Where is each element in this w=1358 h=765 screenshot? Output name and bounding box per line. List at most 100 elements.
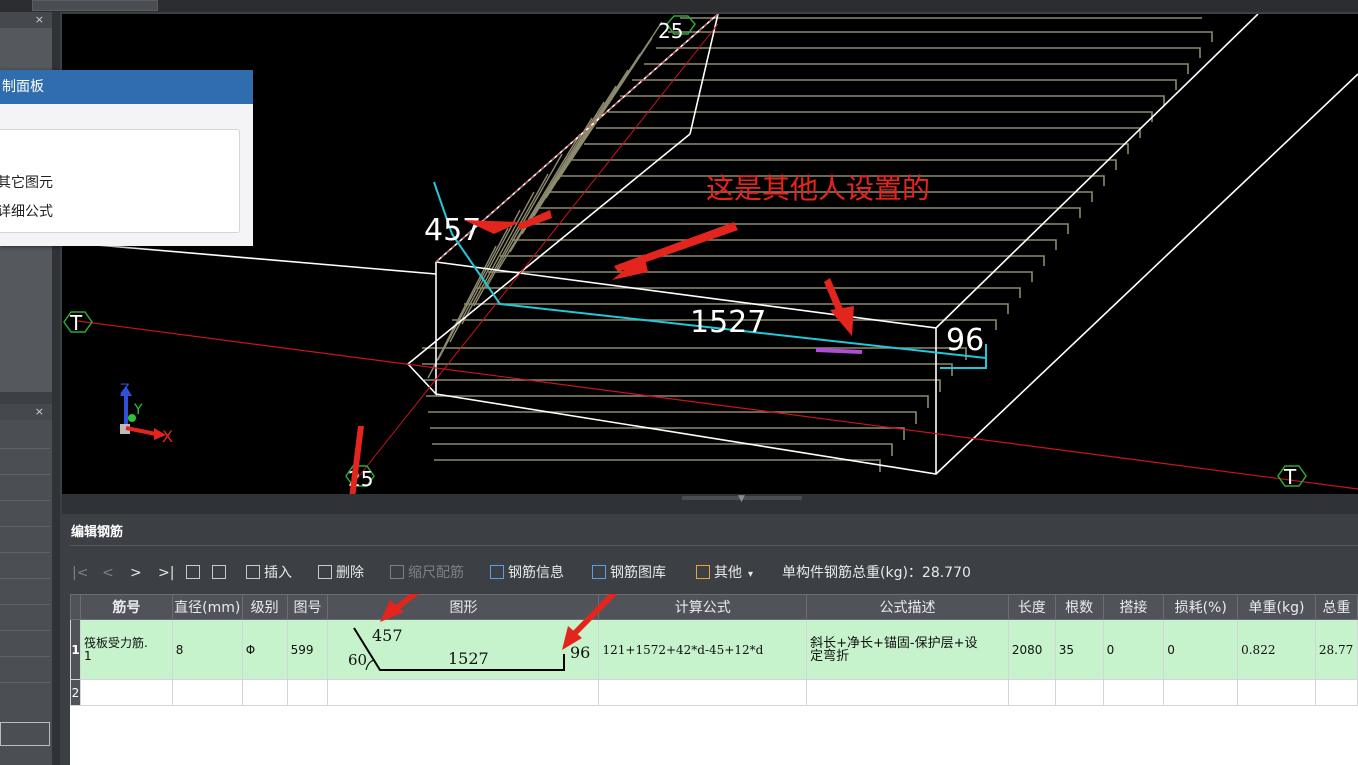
column-header[interactable]: 损耗(%) — [1163, 594, 1239, 620]
viewport-canvas: 25 25 T T 457 1527 96 这是其他人设置的 Z Y X — [62, 14, 1358, 494]
column-header[interactable]: 筋号 — [79, 594, 173, 620]
scale-config-button[interactable]: 缩尺配筋 — [390, 562, 464, 584]
cell-lap[interactable]: 0 — [1102, 619, 1165, 680]
close-icon[interactable]: × — [35, 12, 44, 28]
dimension-96: 96 — [946, 323, 984, 358]
cell-grade[interactable]: Φ — [241, 619, 288, 680]
empty-cell[interactable] — [806, 679, 1009, 706]
left-dock-selected-row[interactable] — [0, 722, 50, 746]
other-dropdown[interactable]: 其他 ▾ — [696, 562, 753, 586]
rebar-library-label: 钢筋图库 — [610, 565, 666, 581]
left-dock-row[interactable] — [0, 604, 50, 627]
nav-first-button[interactable]: |< — [72, 562, 88, 584]
cell-loss[interactable]: 0 — [1163, 619, 1239, 680]
cell-diameter[interactable]: 8 — [171, 619, 243, 680]
empty-cell[interactable] — [1007, 679, 1056, 706]
left-dock-row[interactable] — [0, 656, 50, 679]
left-dock-row[interactable] — [0, 500, 50, 523]
column-header[interactable]: 公式描述 — [806, 594, 1009, 620]
gizmo-y-label: Y — [133, 402, 143, 418]
rebar-shape-diagram: 457 60 1527 96 — [348, 626, 591, 671]
close-icon[interactable]: × — [35, 404, 44, 420]
left-dock-row[interactable] — [0, 630, 50, 653]
dimension-457: 457 — [424, 213, 481, 248]
table-row[interactable]: 1 筏板受力筋. 1 8 Φ 599 457 60 1527 96 121+15… — [70, 619, 1358, 680]
row-number: 2 — [70, 679, 81, 706]
cell-total-weight[interactable]: 28.77 — [1314, 619, 1358, 680]
other-label: 其他 — [714, 565, 742, 581]
control-panel-popup: 制面板 其它图元 详细公式 — [0, 70, 253, 246]
cell-unit-weight[interactable]: 0.822 — [1237, 619, 1316, 680]
cell-formula-description[interactable]: 斜长+净长+锚固-保护层+设 定弯折 — [806, 619, 1009, 680]
cell-count[interactable]: 35 — [1054, 619, 1104, 680]
horizontal-splitter[interactable]: ▼ — [62, 494, 1358, 514]
delete-icon — [318, 565, 332, 579]
left-dock-row[interactable] — [0, 682, 50, 705]
insert-button[interactable]: 插入 — [246, 562, 292, 584]
3d-viewport[interactable]: 25 25 T T 457 1527 96 这是其他人设置的 Z Y X — [62, 14, 1358, 494]
column-header[interactable]: 计算公式 — [598, 594, 808, 620]
control-panel-options: 其它图元 详细公式 — [0, 129, 240, 233]
left-dock-lower-header: × — [0, 404, 52, 420]
rebar-table: 筋号 直径(mm) 级别 图号 图形 计算公式 公式描述 长度 根数 搭接 损耗… — [70, 594, 1358, 765]
column-header[interactable]: 直径(mm) — [171, 594, 243, 620]
left-dock-row[interactable] — [0, 578, 50, 601]
axis-label-t-left: T — [69, 311, 83, 335]
other-icon — [696, 565, 710, 579]
rebar-marker — [815, 348, 863, 354]
empty-cell[interactable] — [1102, 679, 1165, 706]
cell-length[interactable]: 2080 — [1007, 619, 1056, 680]
column-header[interactable]: 搭接 — [1102, 594, 1165, 620]
rebar-editor-panel: 编辑钢筋 |< < > >| 插入 删除 缩尺配筋 钢筋信息 钢筋图库 其他 ▾ … — [62, 514, 1358, 765]
rebar-info-button[interactable]: 钢筋信息 — [490, 562, 564, 584]
option-detailed-formula[interactable]: 详细公式 — [0, 201, 53, 221]
left-dock-row[interactable] — [0, 526, 50, 549]
column-header[interactable]: 根数 — [1054, 594, 1104, 620]
dimension-1527: 1527 — [690, 305, 766, 340]
gizmo-x-label: X — [162, 427, 173, 446]
window-tab[interactable] — [32, 0, 158, 11]
chevron-down-icon: ▾ — [748, 569, 754, 580]
left-dock-row[interactable] — [0, 448, 50, 471]
delete-button[interactable]: 删除 — [318, 562, 364, 584]
cell-figure-number[interactable]: 599 — [286, 619, 329, 680]
option-other-elements[interactable]: 其它图元 — [0, 172, 53, 192]
shape-seg-457: 457 — [372, 626, 403, 645]
total-weight-readout: 单构件钢筋总重(kg)：28.770 — [782, 565, 971, 581]
move-down-icon[interactable] — [212, 562, 230, 584]
empty-cell[interactable] — [1237, 679, 1316, 706]
empty-cell[interactable] — [1054, 679, 1104, 706]
nav-next-button[interactable]: > — [130, 562, 142, 584]
empty-cell[interactable] — [327, 679, 600, 706]
column-header[interactable]: 图形 — [327, 594, 600, 620]
left-dock-lower-panel: × — [0, 404, 52, 765]
column-header[interactable]: 图号 — [286, 594, 329, 620]
rebar-name-line: 1 — [83, 648, 92, 663]
empty-cell[interactable] — [598, 679, 808, 706]
empty-cell[interactable] — [171, 679, 243, 706]
column-header[interactable]: 长度 — [1007, 594, 1056, 620]
empty-cell[interactable] — [241, 679, 288, 706]
annotation-arrows — [349, 210, 854, 494]
shape-seg-1527: 1527 — [448, 649, 489, 668]
cell-formula[interactable]: 121+1572+42*d-45+12*d — [598, 619, 808, 680]
empty-cell[interactable] — [286, 679, 329, 706]
move-up-icon[interactable] — [186, 562, 204, 584]
column-header[interactable]: 级别 — [241, 594, 288, 620]
cell-shape[interactable]: 457 60 1527 96 — [327, 619, 600, 680]
table-row[interactable]: 2 — [70, 679, 1358, 706]
cell-rebar-name[interactable]: 筏板受力筋. 1 — [79, 619, 173, 680]
nav-prev-button[interactable]: < — [102, 562, 114, 584]
left-dock-row[interactable] — [0, 552, 50, 575]
nav-last-button[interactable]: >| — [158, 562, 174, 584]
column-header[interactable]: 总重 — [1314, 594, 1358, 620]
empty-cell[interactable] — [79, 679, 173, 706]
insert-icon — [246, 565, 260, 579]
rebar-library-button[interactable]: 钢筋图库 — [592, 562, 666, 584]
column-header[interactable]: 单重(kg) — [1237, 594, 1316, 620]
empty-cell[interactable] — [1163, 679, 1239, 706]
collapse-arrow-icon[interactable]: ▼ — [738, 494, 745, 504]
editor-title: 编辑钢筋 — [71, 525, 124, 540]
empty-cell[interactable] — [1314, 679, 1358, 706]
left-dock-row[interactable] — [0, 474, 50, 497]
